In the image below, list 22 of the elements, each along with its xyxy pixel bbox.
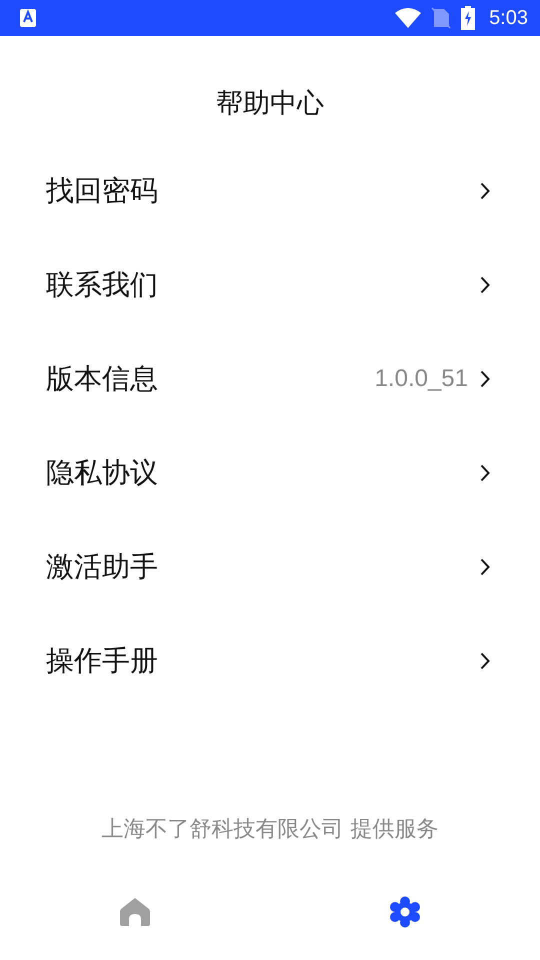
chevron-right-icon xyxy=(480,558,490,576)
chevron-right-icon xyxy=(480,370,490,388)
version-value: 1.0.0_51 xyxy=(374,365,468,393)
menu-item[interactable]: 联系我们 xyxy=(0,238,540,332)
chevron-right-icon xyxy=(480,182,490,200)
status-time: 5:03 xyxy=(489,6,528,30)
menu-item[interactable]: 激活助手 xyxy=(0,520,540,614)
wifi-icon xyxy=(395,8,422,28)
chevron-right-icon xyxy=(480,464,490,482)
chevron-right-icon xyxy=(480,276,490,294)
menu-item[interactable]: 隐私协议 xyxy=(0,426,540,520)
page-title: 帮助中心 xyxy=(215,87,325,121)
gear-icon xyxy=(389,896,421,928)
menu-item[interactable]: 操作手册 xyxy=(0,614,540,708)
battery-charging-icon xyxy=(461,6,476,30)
chevron-right-icon xyxy=(480,652,490,670)
provider-text: 上海不了舒科技有限公司 提供服务 xyxy=(100,816,440,844)
home-icon xyxy=(119,897,151,927)
menu-item[interactable]: 找回密码 xyxy=(0,144,540,238)
menu-item[interactable]: 版本信息 1.0.0_51 xyxy=(0,332,540,426)
no-sim-icon xyxy=(431,7,452,29)
app-notification-icon xyxy=(20,9,36,27)
